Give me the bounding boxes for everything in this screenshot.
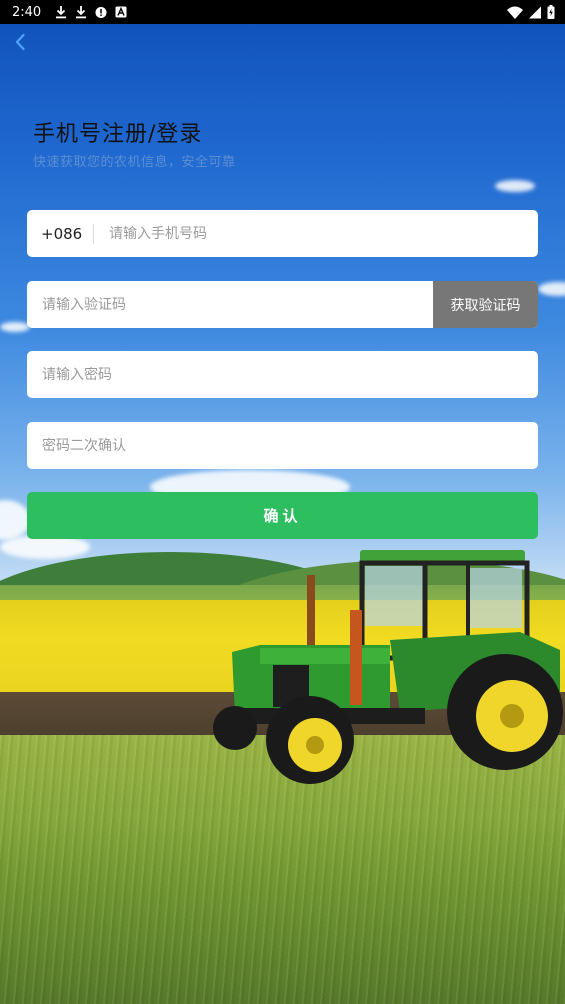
phone-input[interactable]: [94, 210, 538, 257]
page-title: 手机号注册/登录: [33, 122, 203, 147]
phone-field: +086: [27, 210, 538, 257]
verification-code-field: 获取验证码: [27, 281, 538, 328]
confirm-password-field: [27, 422, 538, 469]
font-icon: [115, 5, 127, 19]
system-icons: [507, 5, 555, 19]
confirm-button[interactable]: 确认: [27, 492, 538, 539]
status-time: 2:40: [12, 4, 42, 20]
wifi-icon: [507, 5, 523, 19]
password-input[interactable]: [27, 351, 538, 398]
back-button[interactable]: [8, 30, 32, 54]
page-subtitle: 快速获取您的农机信息，安全可靠: [33, 155, 236, 170]
confirm-password-input[interactable]: [27, 422, 538, 469]
country-code-selector[interactable]: +086: [27, 225, 93, 243]
alert-icon: [95, 5, 107, 19]
download-icon: [75, 5, 87, 19]
signal-icon: [529, 5, 541, 19]
chevron-left-icon: [14, 33, 26, 51]
verification-code-input[interactable]: [27, 281, 433, 328]
get-code-button[interactable]: 获取验证码: [433, 281, 538, 328]
notification-icons: [55, 5, 127, 19]
battery-charging-icon: [547, 5, 555, 19]
download-icon: [55, 5, 67, 19]
password-field: [27, 351, 538, 398]
status-bar: 2:40: [0, 0, 565, 24]
